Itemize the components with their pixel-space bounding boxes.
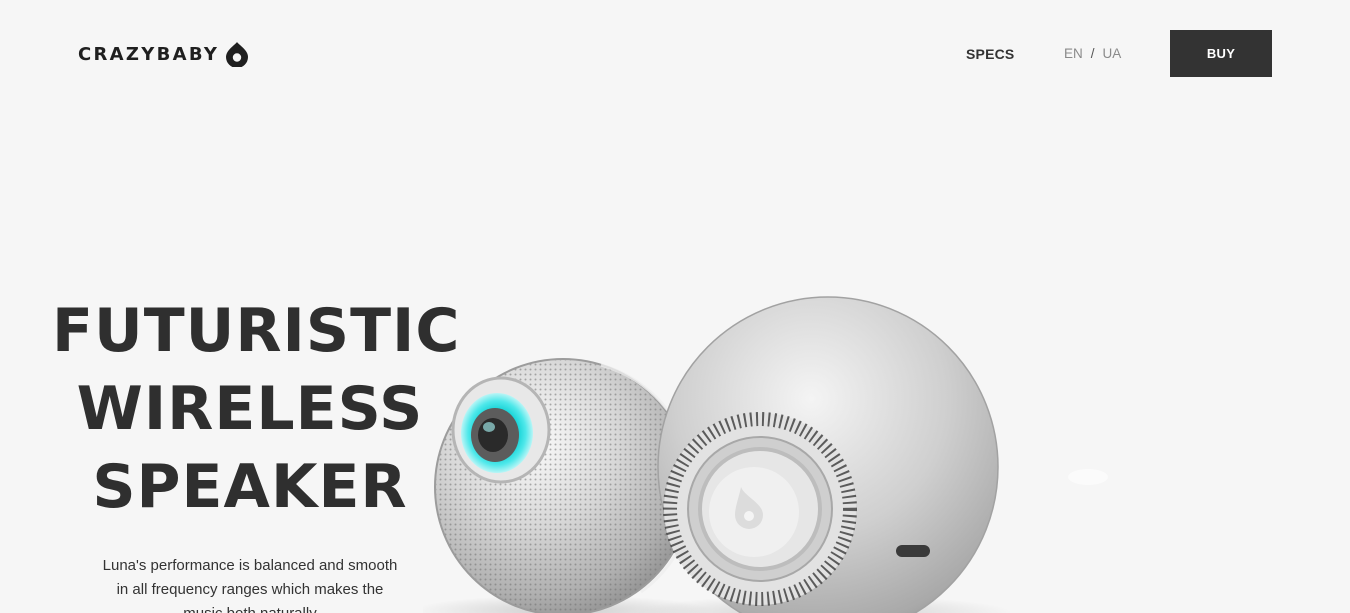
hero-description: Luna's performance is balanced and smoot… bbox=[102, 557, 398, 613]
product-image bbox=[423, 207, 1350, 613]
buy-button[interactable]: BUY bbox=[1170, 30, 1272, 77]
lang-separator: / bbox=[1090, 46, 1095, 61]
speaker-illustration bbox=[423, 296, 1108, 613]
speaker-left bbox=[434, 358, 696, 613]
hero-title-line: WIRELESS bbox=[76, 374, 424, 444]
nav-specs-link[interactable]: SPECS bbox=[966, 46, 1014, 62]
crazybaby-drop-icon bbox=[226, 42, 249, 67]
lang-ua-link[interactable]: UA bbox=[1103, 46, 1122, 61]
language-switcher: EN / UA bbox=[1064, 46, 1121, 61]
lang-en-link[interactable]: EN bbox=[1064, 46, 1083, 61]
hero-title-line: SPEAKER bbox=[92, 452, 408, 522]
hero-title-line: FUTURISTIC bbox=[52, 296, 461, 366]
logo-text: CRAZYBABY bbox=[78, 43, 220, 65]
page: CRAZYBABY SPECS EN / UA BUY FUTURISTIC W… bbox=[0, 0, 1350, 613]
logo[interactable]: CRAZYBABY bbox=[78, 41, 249, 67]
speaker-right bbox=[657, 296, 999, 613]
hero-title: FUTURISTIC WIRELESS SPEAKER bbox=[52, 292, 459, 526]
